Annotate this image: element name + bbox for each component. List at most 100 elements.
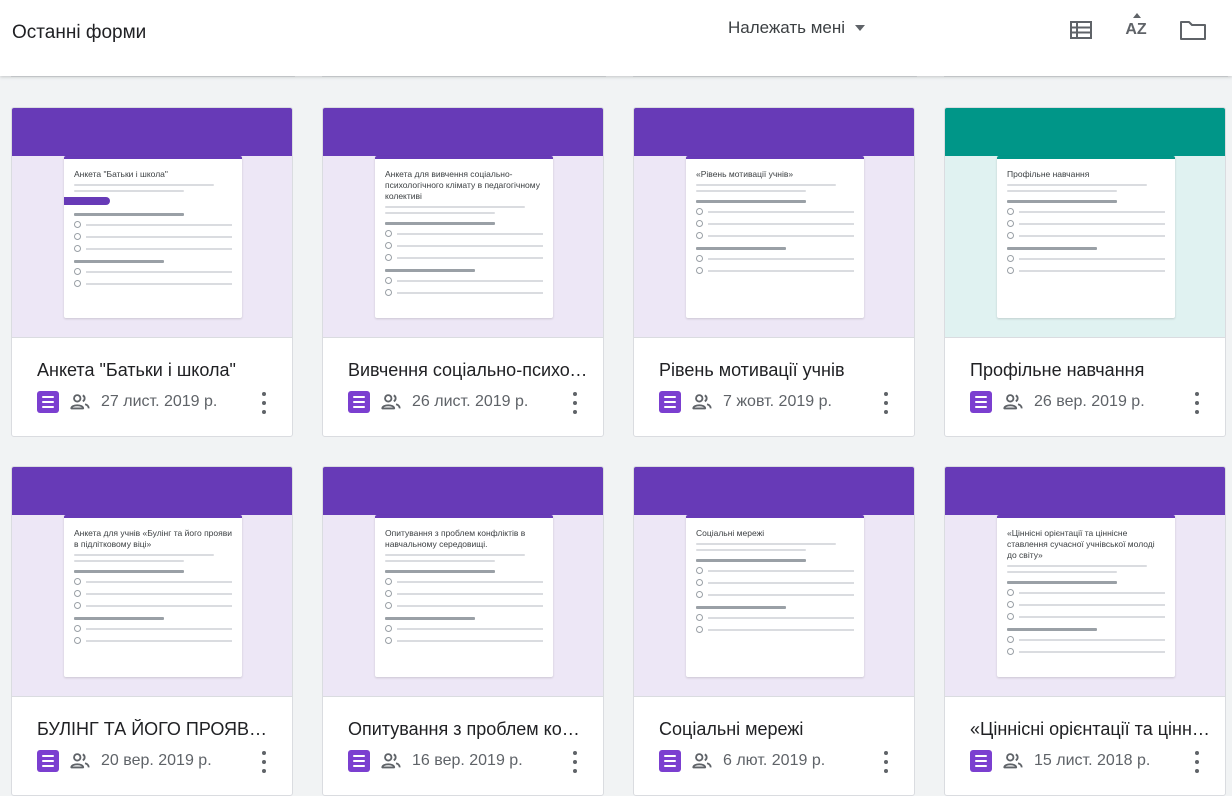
theme-band <box>12 467 292 515</box>
more-options-button[interactable] <box>882 390 890 416</box>
form-card[interactable]: Анкета для учнів «Булінг та його прояви … <box>11 466 293 796</box>
form-thumbnail[interactable]: Соціальні мережі <box>634 467 914 696</box>
form-meta: 26 лист. 2019 р. <box>348 391 528 413</box>
form-card[interactable]: «Ціннісні орієнтації та ціннісне ставлен… <box>944 466 1226 796</box>
google-forms-icon <box>970 750 992 772</box>
preview-section-pill <box>64 197 110 205</box>
form-meta: 7 жовт. 2019 р. <box>659 391 832 413</box>
dot <box>884 769 888 773</box>
more-options-button[interactable] <box>571 390 579 416</box>
list-view-icon <box>1070 21 1092 39</box>
form-card[interactable]: Соціальні мережі Соціальні мережі 6 лют.… <box>633 466 915 796</box>
preview-accent <box>997 156 1175 159</box>
google-forms-icon <box>970 391 992 413</box>
form-date: 26 лист. 2019 р. <box>412 393 529 410</box>
form-date: 16 вер. 2019 р. <box>412 752 523 769</box>
more-options-button[interactable] <box>882 749 890 775</box>
section-title: Останні форми <box>12 22 147 43</box>
dot <box>884 401 888 405</box>
form-meta: 15 лист. 2018 р. <box>970 750 1150 772</box>
dot <box>262 751 266 755</box>
theme-band <box>12 108 292 156</box>
folder-button[interactable] <box>1179 16 1207 44</box>
form-meta: 6 лют. 2019 р. <box>659 750 825 772</box>
dot <box>1195 769 1199 773</box>
form-date: 15 лист. 2018 р. <box>1034 752 1151 769</box>
dot <box>262 401 266 405</box>
preview-accent <box>375 515 553 518</box>
preview-title: «Ціннісні орієнтації та ціннісне ставлен… <box>1007 528 1155 560</box>
dot <box>884 751 888 755</box>
google-forms-icon <box>37 391 59 413</box>
form-preview: Соціальні мережі <box>686 515 864 677</box>
dot <box>262 769 266 773</box>
more-options-button[interactable] <box>260 390 268 416</box>
dot <box>1195 410 1199 414</box>
form-thumbnail[interactable]: Опитування з проблем конфліктів в навчал… <box>323 467 603 696</box>
dot <box>1195 760 1199 764</box>
form-meta: 26 вер. 2019 р. <box>970 391 1145 413</box>
google-forms-icon <box>348 750 370 772</box>
form-meta: 16 вер. 2019 р. <box>348 750 523 772</box>
dot <box>573 751 577 755</box>
preview-title: Опитування з проблем конфліктів в навчал… <box>385 528 526 549</box>
shared-people-icon <box>692 394 712 410</box>
dot <box>884 392 888 396</box>
form-title: Соціальні мережі <box>659 719 804 739</box>
preview-title: Анкета для учнів «Булінг та його прояви … <box>74 528 233 549</box>
form-card[interactable]: Анкета для вивчення соціально-психологіч… <box>322 107 604 437</box>
theme-band <box>634 108 914 156</box>
form-thumbnail[interactable]: Анкета "Батьки і школа" <box>12 108 292 337</box>
preview-accent <box>64 515 242 518</box>
form-card[interactable]: Профільне навчання Профільне навчання 26… <box>944 107 1226 437</box>
list-view-button[interactable] <box>1067 16 1095 44</box>
form-preview: «Ціннісні орієнтації та ціннісне ставлен… <box>997 515 1175 677</box>
card-divider <box>945 696 1225 697</box>
theme-band <box>945 108 1225 156</box>
form-title: Опитування з проблем конфліктів в навчал… <box>348 719 588 739</box>
more-options-button[interactable] <box>260 749 268 775</box>
preview-accent <box>686 156 864 159</box>
form-card[interactable]: Опитування з проблем конфліктів в навчал… <box>322 466 604 796</box>
form-thumbnail[interactable]: Анкета для вивчення соціально-психологіч… <box>323 108 603 337</box>
dot <box>573 760 577 764</box>
form-thumbnail[interactable]: «Ціннісні орієнтації та ціннісне ставлен… <box>945 467 1225 696</box>
form-preview: Анкета "Батьки і школа" <box>64 156 242 318</box>
sort-button[interactable]: AZ <box>1122 13 1150 44</box>
owner-filter-dropdown[interactable]: Належать мені <box>728 18 866 38</box>
form-preview: «Рівень мотивації учнів» <box>686 156 864 318</box>
form-card[interactable]: Анкета "Батьки і школа" Анкета "Батьки і… <box>11 107 293 437</box>
form-thumbnail[interactable]: Профільне навчання <box>945 108 1225 337</box>
dot <box>1195 401 1199 405</box>
more-options-button[interactable] <box>1193 390 1201 416</box>
preview-title: Соціальні мережі <box>696 528 765 538</box>
section-header: Останні форми Належать мені AZ <box>0 0 1232 76</box>
form-date: 20 вер. 2019 р. <box>101 752 212 769</box>
form-preview: Анкета для учнів «Булінг та його прояви … <box>64 515 242 677</box>
google-forms-icon <box>659 750 681 772</box>
dot <box>1195 392 1199 396</box>
form-thumbnail[interactable]: «Рівень мотивації учнів» <box>634 108 914 337</box>
dot <box>262 392 266 396</box>
form-preview: Анкета для вивчення соціально-психологіч… <box>375 156 553 318</box>
form-card[interactable]: «Рівень мотивації учнів» Рівень мотиваці… <box>633 107 915 437</box>
caret-down-icon <box>855 25 866 31</box>
preview-accent <box>686 515 864 518</box>
form-thumbnail[interactable]: Анкета для учнів «Булінг та його прояви … <box>12 467 292 696</box>
folder-icon <box>1180 21 1206 40</box>
more-options-button[interactable] <box>1193 749 1201 775</box>
form-title: Вивчення соціально-психологічного клімат… <box>348 360 588 380</box>
form-preview: Профільне навчання <box>997 156 1175 318</box>
preview-title: Анкета для вивчення соціально-психологіч… <box>385 169 540 201</box>
more-options-button[interactable] <box>571 749 579 775</box>
preview-title: Анкета "Батьки і школа" <box>74 169 168 179</box>
card-divider <box>12 696 292 697</box>
dot <box>262 410 266 414</box>
form-meta: 20 вер. 2019 р. <box>37 750 212 772</box>
shared-people-icon <box>692 753 712 769</box>
preview-accent <box>375 156 553 159</box>
google-forms-icon <box>348 391 370 413</box>
sort-az-icon: AZ <box>1125 13 1147 39</box>
preview-title: «Рівень мотивації учнів» <box>696 169 794 179</box>
form-date: 6 лют. 2019 р. <box>723 752 826 769</box>
